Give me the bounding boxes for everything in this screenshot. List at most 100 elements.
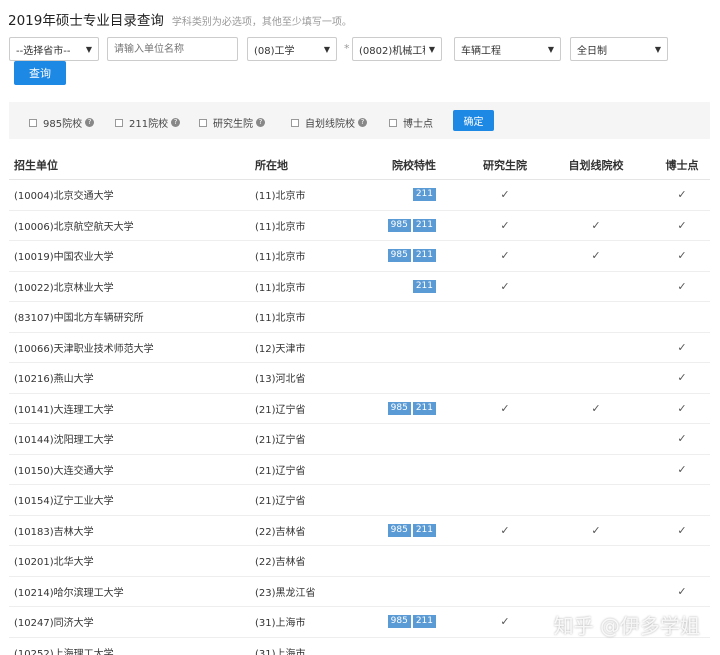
search-button[interactable]: 查询 <box>14 61 66 85</box>
unit-location: (31)上海市 <box>255 618 306 630</box>
province-select[interactable]: --选择省市-- ▼ <box>9 37 99 61</box>
self-cell: ✓ <box>556 516 636 546</box>
phd-check-icon: ✓ <box>677 584 687 598</box>
unit-name-link[interactable]: (10247)同济大学 <box>14 607 94 637</box>
unit-name-link[interactable]: (10252)上海理工大学 <box>14 638 114 655</box>
table-row: (83107)中国北方车辆研究所 (11)北京市 <box>9 302 710 333</box>
phd-cell <box>644 485 720 515</box>
phd-check-icon: ✓ <box>677 249 687 263</box>
checkbox-phd[interactable]: 博士点 <box>389 115 433 130</box>
grad-cell <box>465 638 545 655</box>
unit-name-link[interactable]: (10141)大连理工大学 <box>14 394 114 424</box>
help-icon[interactable]: ? <box>256 118 265 127</box>
phd-cell: ✓ <box>644 516 720 546</box>
grad-cell <box>465 577 545 607</box>
self-line-check-icon: ✓ <box>591 249 601 263</box>
self-cell <box>556 638 636 655</box>
checkbox-label: 博士点 <box>403 119 433 130</box>
table-row: (10141)大连理工大学 (21)辽宁省 985 211 ✓ ✓ ✓ <box>9 394 710 424</box>
features-cell <box>369 546 459 576</box>
help-icon[interactable]: ? <box>358 118 367 127</box>
table-row: (10006)北京航空航天大学 (11)北京市 985 211 ✓ ✓ ✓ <box>9 211 710 241</box>
table-row: (10216)燕山大学 (13)河北省 ✓ <box>9 363 710 394</box>
unit-name-link[interactable]: (10066)天津职业技术师范大学 <box>14 333 154 363</box>
table-row: (10183)吉林大学 (22)吉林省 985 211 ✓ ✓ ✓ <box>9 516 710 546</box>
checkbox-box[interactable] <box>389 118 397 127</box>
self-cell <box>556 333 636 363</box>
checkbox-211[interactable]: 211院校 ? <box>115 115 181 130</box>
phd-cell: ✓ <box>644 455 720 485</box>
unit-name-link[interactable]: (10216)燕山大学 <box>14 363 94 393</box>
self-line-check-icon: ✓ <box>591 218 601 232</box>
self-cell <box>556 455 636 485</box>
major-class-select[interactable]: (0802)机械工程 ▼ <box>352 37 442 61</box>
unit-name-link[interactable]: (10006)北京航空航天大学 <box>14 211 134 241</box>
checkbox-self-line[interactable]: 自划线院校 ? <box>291 115 367 130</box>
unit-name-input[interactable] <box>107 37 238 61</box>
graduate-school-check-icon: ✓ <box>500 401 510 415</box>
phd-cell: ✓ <box>644 211 720 241</box>
table-row: (10004)北京交通大学 (11)北京市 211 ✓ ✓ <box>9 180 710 211</box>
checkbox-985[interactable]: 985院校 ? <box>29 115 95 130</box>
phd-cell <box>644 638 720 655</box>
unit-name-link[interactable]: (10004)北京交通大学 <box>14 180 114 210</box>
unit-name-link[interactable]: (10150)大连交通大学 <box>14 455 114 485</box>
unit-name-link[interactable]: (10183)吉林大学 <box>14 516 94 546</box>
phd-cell: ✓ <box>644 577 720 607</box>
phd-cell: ✓ <box>644 272 720 302</box>
badge-211: 211 <box>412 249 436 263</box>
checkbox-label: 211院校 <box>129 119 169 130</box>
chevron-down-icon: ▼ <box>547 44 554 54</box>
features-cell: 985 211 <box>369 241 459 271</box>
major-select[interactable]: 车辆工程 ▼ <box>454 37 561 61</box>
self-cell: ✓ <box>556 394 636 424</box>
checkbox-graduate-school[interactable]: 研究生院 ? <box>199 115 265 130</box>
study-mode-value: 全日制 <box>577 45 607 57</box>
checkbox-box[interactable] <box>291 118 299 127</box>
grad-cell: ✓ <box>465 211 545 241</box>
unit-name-link[interactable]: (10022)北京林业大学 <box>14 272 114 302</box>
badge-211: 211 <box>412 615 436 629</box>
unit-location: (11)北京市 <box>255 313 306 325</box>
unit-location: (12)天津市 <box>255 343 306 355</box>
unit-name-link[interactable]: (10214)哈尔滨理工大学 <box>14 577 124 607</box>
discipline-select[interactable]: (08)工学 ▼ <box>247 37 337 61</box>
filter-bar: --选择省市-- ▼ (08)工学 ▼ * (0802)机械工程 ▼ 车辆工程 … <box>9 37 709 61</box>
grad-cell <box>465 455 545 485</box>
phd-cell: ✓ <box>644 333 720 363</box>
self-line-check-icon: ✓ <box>591 401 601 415</box>
self-cell: ✓ <box>556 211 636 241</box>
checkbox-box[interactable] <box>29 118 37 127</box>
grad-cell <box>465 302 545 332</box>
table-row: (10066)天津职业技术师范大学 (12)天津市 ✓ <box>9 333 710 363</box>
table-row: (10154)辽宁工业大学 (21)辽宁省 <box>9 485 710 516</box>
major-value: 车辆工程 <box>461 45 501 57</box>
features-cell: 985 211 <box>369 394 459 424</box>
unit-name-link[interactable]: (10154)辽宁工业大学 <box>14 485 114 515</box>
unit-name-link[interactable]: (83107)中国北方车辆研究所 <box>14 302 144 332</box>
unit-name-link[interactable]: (10019)中国农业大学 <box>14 241 114 271</box>
graduate-school-check-icon: ✓ <box>500 188 510 202</box>
page-title: 2019年硕士专业目录查询 <box>8 13 164 29</box>
unit-name-link[interactable]: (10144)沈阳理工大学 <box>14 424 114 454</box>
unit-name-link[interactable]: (10201)北华大学 <box>14 546 94 576</box>
confirm-button[interactable]: 确定 <box>453 110 494 131</box>
phd-check-icon: ✓ <box>677 462 687 476</box>
graduate-school-check-icon: ✓ <box>500 615 510 629</box>
unit-location: (11)北京市 <box>255 252 306 264</box>
checkbox-box[interactable] <box>199 118 207 127</box>
checkbox-label: 自划线院校 <box>305 119 355 130</box>
phd-check-icon: ✓ <box>677 523 687 537</box>
checkbox-box[interactable] <box>115 118 123 127</box>
features-cell: 985 211 <box>369 516 459 546</box>
study-mode-select[interactable]: 全日制 ▼ <box>570 37 668 61</box>
table-row: (10022)北京林业大学 (11)北京市 211 ✓ ✓ <box>9 272 710 302</box>
help-icon[interactable]: ? <box>85 118 95 127</box>
self-cell <box>556 546 636 576</box>
badge-985: 985 <box>387 615 411 629</box>
features-cell: 985 211 <box>369 211 459 241</box>
help-icon[interactable]: ? <box>171 118 181 127</box>
phd-check-icon: ✓ <box>677 340 687 354</box>
features-cell <box>369 638 459 655</box>
table-row: (10144)沈阳理工大学 (21)辽宁省 ✓ <box>9 424 710 455</box>
